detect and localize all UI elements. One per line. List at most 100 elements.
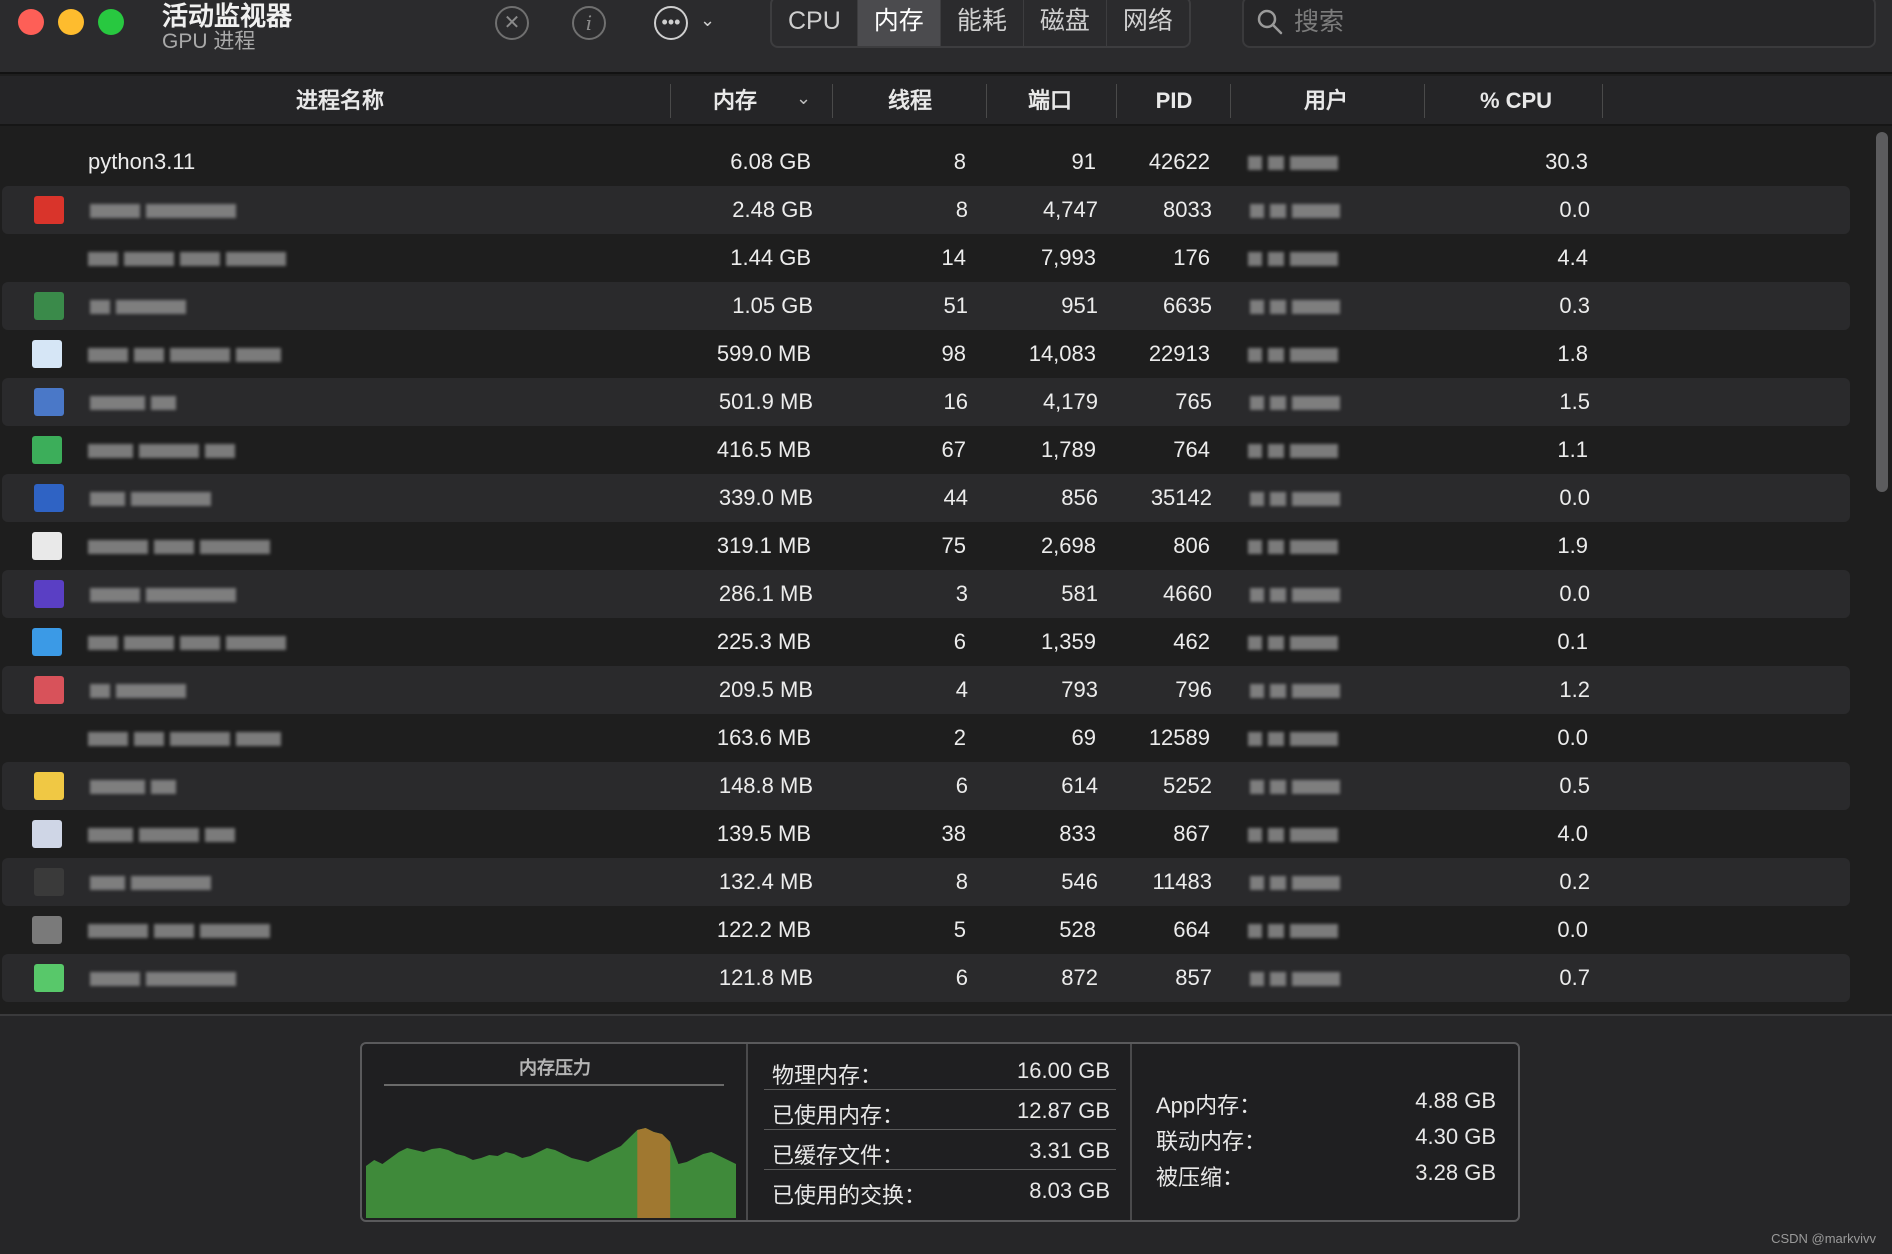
redacted-text: [1290, 156, 1338, 171]
sort-descending-icon: ⌄: [796, 88, 812, 108]
table-row[interactable]: 339.0 MB 44 856 35142 0.0: [2, 474, 1850, 522]
redacted-text: [226, 636, 286, 651]
memory-value: 209.5 MB: [718, 677, 813, 702]
redacted-text: [1248, 348, 1262, 363]
table-row[interactable]: 2.48 GB 8 4,747 8033 0.0: [2, 186, 1850, 234]
minimize-window-button[interactable]: [58, 9, 84, 35]
redacted-text: [1292, 396, 1340, 411]
pid-value: 857: [1175, 965, 1212, 990]
search-box[interactable]: [1242, 0, 1876, 48]
table-row[interactable]: 319.1 MB 75 2,698 806 1.9: [0, 522, 1850, 570]
process-name: [90, 282, 192, 330]
redacted-text: [1290, 540, 1338, 555]
pid-value: 176: [1173, 245, 1210, 270]
zoom-window-button[interactable]: [98, 9, 124, 35]
table-row[interactable]: 599.0 MB 98 14,083 22913 1.8: [0, 330, 1850, 378]
redacted-text: [1270, 492, 1286, 507]
process-name: [88, 234, 292, 282]
redacted-text: [1268, 828, 1284, 843]
pid-value: 8033: [1163, 197, 1212, 222]
ports-value: 581: [1061, 581, 1098, 606]
process-name: [88, 618, 292, 666]
memory-value: 599.0 MB: [716, 341, 811, 366]
table-row[interactable]: python3.11 6.08 GB 8 91 42622 30.3: [0, 138, 1850, 186]
table-row[interactable]: 209.5 MB 4 793 796 1.2: [2, 666, 1850, 714]
table-row[interactable]: 1.05 GB 51 951 6635 0.3: [2, 282, 1850, 330]
vertical-scrollbar[interactable]: [1876, 132, 1888, 492]
app-icon: [34, 484, 64, 512]
redacted-text: [146, 588, 236, 603]
table-row[interactable]: 416.5 MB 67 1,789 764 1.1: [0, 426, 1850, 474]
tab-disk[interactable]: 磁盘: [1024, 0, 1107, 46]
tab-cpu[interactable]: CPU: [772, 0, 858, 46]
app-memory-value: 3.28 GB: [1415, 1160, 1496, 1185]
tab-network[interactable]: 网络: [1107, 0, 1189, 46]
process-name: python3.11: [88, 149, 196, 174]
threads-value: 5: [953, 917, 966, 942]
close-window-button[interactable]: [18, 9, 44, 35]
ports-value: 856: [1061, 485, 1098, 510]
memory-stat-value: 16.00 GB: [1017, 1058, 1110, 1083]
redacted-text: [131, 492, 211, 507]
redacted-text: [1248, 156, 1262, 171]
column-header-cpu[interactable]: % CPU: [1460, 76, 1572, 126]
process-name: [88, 906, 276, 954]
table-row[interactable]: 225.3 MB 6 1,359 462 0.1: [0, 618, 1850, 666]
more-actions-icon[interactable]: •••: [654, 6, 688, 40]
cpu-value: 1.5: [1559, 389, 1590, 414]
process-name: [90, 378, 182, 426]
redacted-text: [139, 828, 199, 843]
memory-pressure-chart: [366, 1128, 736, 1218]
cpu-value: 1.2: [1559, 677, 1590, 702]
table-row[interactable]: 163.6 MB 2 69 12589 0.0: [0, 714, 1850, 762]
memory-value: 1.05 GB: [732, 293, 813, 318]
app-memory-value: 4.88 GB: [1415, 1088, 1496, 1113]
table-row[interactable]: 286.1 MB 3 581 4660 0.0: [2, 570, 1850, 618]
redacted-text: [1292, 300, 1340, 315]
column-header-process-name[interactable]: 进程名称: [200, 76, 480, 126]
column-header-threads[interactable]: 线程: [860, 76, 960, 126]
table-row[interactable]: 121.8 MB 6 872 857 0.7: [2, 954, 1850, 1002]
column-header-memory[interactable]: 内存: [680, 76, 790, 126]
table-row[interactable]: 122.2 MB 5 528 664 0.0: [0, 906, 1850, 954]
tab-memory[interactable]: 内存: [857, 0, 941, 46]
tab-energy[interactable]: 能耗: [941, 0, 1024, 46]
memory-summary-panel: 内存压力 物理内存： 16.00 GB 已使用内存： 12.87 GB 已缓存文件： 3.…: [360, 1042, 1520, 1222]
redacted-text: [1292, 684, 1340, 699]
cpu-value: 0.0: [1559, 485, 1590, 510]
redacted-text: [1250, 300, 1264, 315]
redacted-text: [90, 492, 125, 507]
table-row[interactable]: 132.4 MB 8 546 11483 0.2: [2, 858, 1850, 906]
search-input[interactable]: [1294, 4, 1854, 40]
redacted-text: [1268, 924, 1284, 939]
table-row[interactable]: 139.5 MB 38 833 867 4.0: [0, 810, 1850, 858]
cpu-value: 0.7: [1559, 965, 1590, 990]
redacted-text: [1248, 540, 1262, 555]
process-name: [90, 954, 242, 1002]
cpu-value: 1.1: [1557, 437, 1588, 462]
column-header-ports[interactable]: 端口: [1000, 76, 1100, 126]
pid-value: 5252: [1163, 773, 1212, 798]
memory-value: 501.9 MB: [718, 389, 813, 414]
redacted-text: [90, 588, 140, 603]
info-icon[interactable]: i: [572, 6, 606, 40]
chevron-down-icon[interactable]: ⌄: [700, 10, 715, 31]
column-header-user[interactable]: 用户: [1276, 76, 1376, 126]
pid-value: 664: [1173, 917, 1210, 942]
redacted-text: [236, 732, 281, 747]
redacted-text: [1270, 300, 1286, 315]
redacted-text: [1292, 492, 1340, 507]
table-row[interactable]: 148.8 MB 6 614 5252 0.5: [2, 762, 1850, 810]
column-header-pid[interactable]: PID: [1124, 76, 1224, 126]
ports-value: 546: [1061, 869, 1098, 894]
redacted-text: [226, 252, 286, 267]
ports-value: 14,083: [1028, 341, 1096, 366]
stop-process-icon[interactable]: ✕: [495, 6, 529, 40]
pid-value: 462: [1173, 629, 1210, 654]
cpu-value: 0.2: [1559, 869, 1590, 894]
process-name: [90, 762, 182, 810]
redacted-text: [180, 252, 220, 267]
table-row[interactable]: 501.9 MB 16 4,179 765 1.5: [2, 378, 1850, 426]
memory-stat-row: 物理内存： 16.00 GB: [764, 1050, 1116, 1090]
table-row[interactable]: 1.44 GB 14 7,993 176 4.4: [0, 234, 1850, 282]
